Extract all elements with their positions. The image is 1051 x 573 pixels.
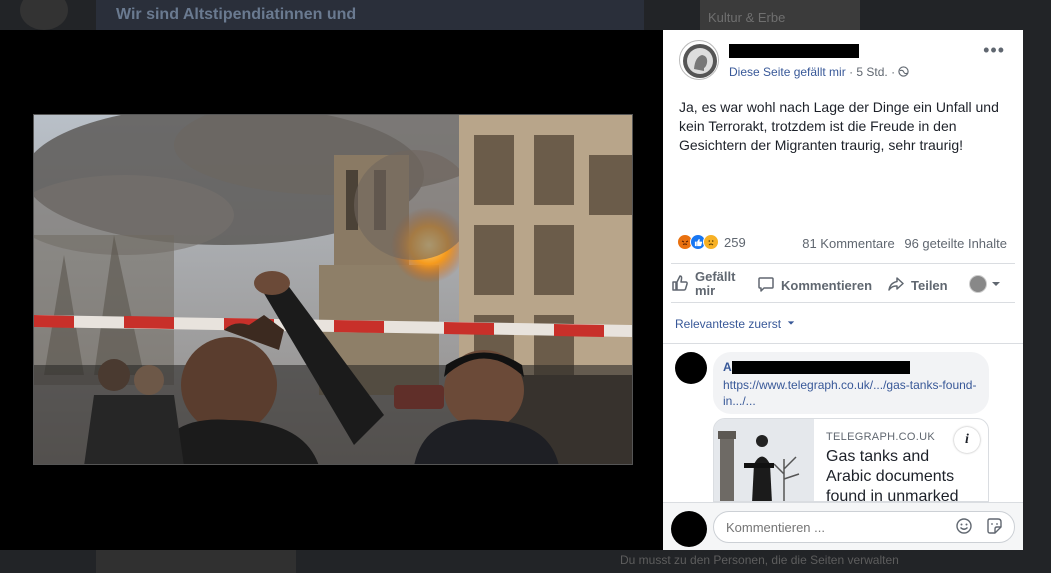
link-preview-card[interactable]: TELEGRAPH.CO.UK Gas tanks and Arabic doc… [713, 418, 989, 502]
comments-count[interactable]: 81 Kommentare [802, 236, 895, 251]
post-meta: Diese Seite gefällt mir · 5 Std. · [729, 65, 910, 79]
link-preview-domain: TELEGRAPH.CO.UK [826, 431, 936, 443]
like-label: Gefällt mir [695, 269, 736, 298]
reaction-count: 259 [724, 234, 746, 250]
commenter-name[interactable]: A [723, 360, 732, 374]
commenter-avatar[interactable] [675, 352, 707, 384]
share-label: Teilen [911, 278, 948, 293]
background-card-text: Wir sind Altstipendiatinnen und [116, 6, 357, 23]
post-text: Ja, es war wohl nach Lage der Dinge ein … [679, 99, 999, 153]
mini-avatar [969, 275, 987, 293]
background-bottom-text: Du musst zu den Personen, die die Seiten… [620, 553, 899, 567]
caret-down-icon [784, 317, 795, 331]
photo-illustration [34, 115, 632, 464]
comment-button[interactable]: Kommentieren [757, 275, 872, 296]
comment-composer [663, 502, 1023, 550]
comment-bubble: A https://www.telegraph.co.uk/.../gas-ta… [713, 352, 989, 414]
emoji-icon[interactable] [955, 517, 973, 540]
comment-link[interactable]: https://www.telegraph.co.uk/.../gas-tank… [723, 377, 979, 409]
background-avatar [20, 0, 68, 30]
photo-lightbox[interactable] [0, 30, 663, 550]
shares-count[interactable]: 96 geteilte Inhalte [904, 236, 1007, 251]
comment-label: Kommentieren [781, 278, 873, 293]
sort-label: Relevanteste zuerst [675, 317, 782, 331]
chevron-down-icon [991, 277, 1007, 292]
background-bottom-card [96, 550, 296, 573]
post-timestamp[interactable]: 5 Std. [856, 65, 887, 79]
comment-sort-dropdown[interactable]: Relevanteste zuerst [675, 317, 795, 331]
post-photo[interactable] [33, 114, 633, 465]
commenter-name-redacted [732, 361, 910, 374]
more-options-icon[interactable]: ••• [983, 40, 1005, 61]
reaction-identity-selector[interactable] [969, 275, 1007, 293]
divider [663, 343, 1023, 344]
background-right-text: Kultur & Erbe [708, 10, 786, 25]
share-button[interactable]: Teilen [887, 275, 948, 296]
info-icon[interactable]: i [954, 427, 980, 453]
post-side-panel: Diese Seite gefällt mir · 5 Std. · ••• J… [663, 30, 1023, 550]
post-actions-bar: Gefällt mir Kommentieren Teilen [671, 263, 1015, 303]
sad-reaction-icon [703, 234, 719, 250]
reactions-summary[interactable]: 259 [677, 234, 746, 250]
sticker-icon[interactable] [985, 517, 1003, 540]
link-preview-image [714, 419, 814, 501]
page-name-redacted [729, 44, 859, 58]
like-button[interactable]: Gefällt mir [671, 270, 741, 298]
link-preview-title: Gas tanks and Arabic documents found in … [826, 448, 959, 502]
composer-avatar [671, 511, 707, 547]
share-arrow-icon [887, 275, 911, 296]
post-stats: 81 Kommentare 96 geteilte Inhalte [802, 236, 1007, 251]
page-liked-link[interactable]: Diese Seite gefällt mir [729, 65, 846, 79]
thumbs-up-icon [671, 274, 695, 295]
page-avatar[interactable] [679, 40, 719, 80]
comment-bubble-icon [757, 275, 781, 296]
globe-icon [898, 65, 910, 79]
